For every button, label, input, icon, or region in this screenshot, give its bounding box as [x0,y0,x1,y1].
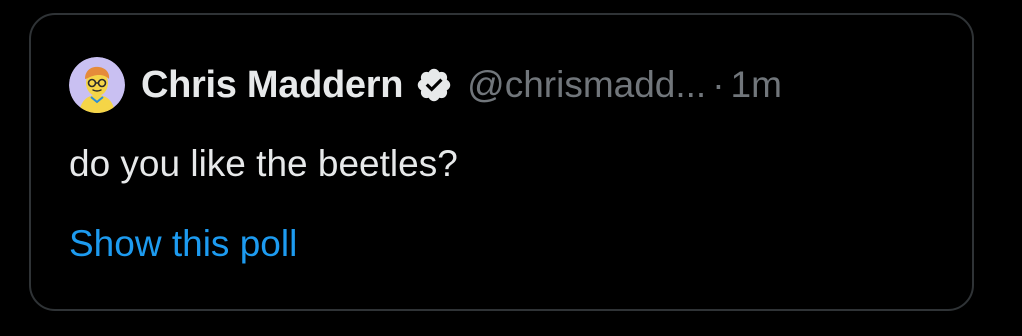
tweet-text: do you like the beetles? [69,143,458,184]
author-handle[interactable]: @chrismadd... [467,64,706,106]
tweet-timestamp[interactable]: 1m [731,64,782,106]
tweet-header: Chris Maddern @chrismadd... · 1m [69,55,782,115]
avatar[interactable] [69,57,125,113]
show-poll-link[interactable]: Show this poll [69,223,297,265]
avatar-illustration-icon [69,57,125,113]
author-display-name[interactable]: Chris Maddern [141,64,403,107]
verified-badge-icon [415,66,453,104]
quoted-tweet-card[interactable]: Chris Maddern @chrismadd... · 1m do you … [29,13,974,311]
separator-dot: · [712,64,725,105]
